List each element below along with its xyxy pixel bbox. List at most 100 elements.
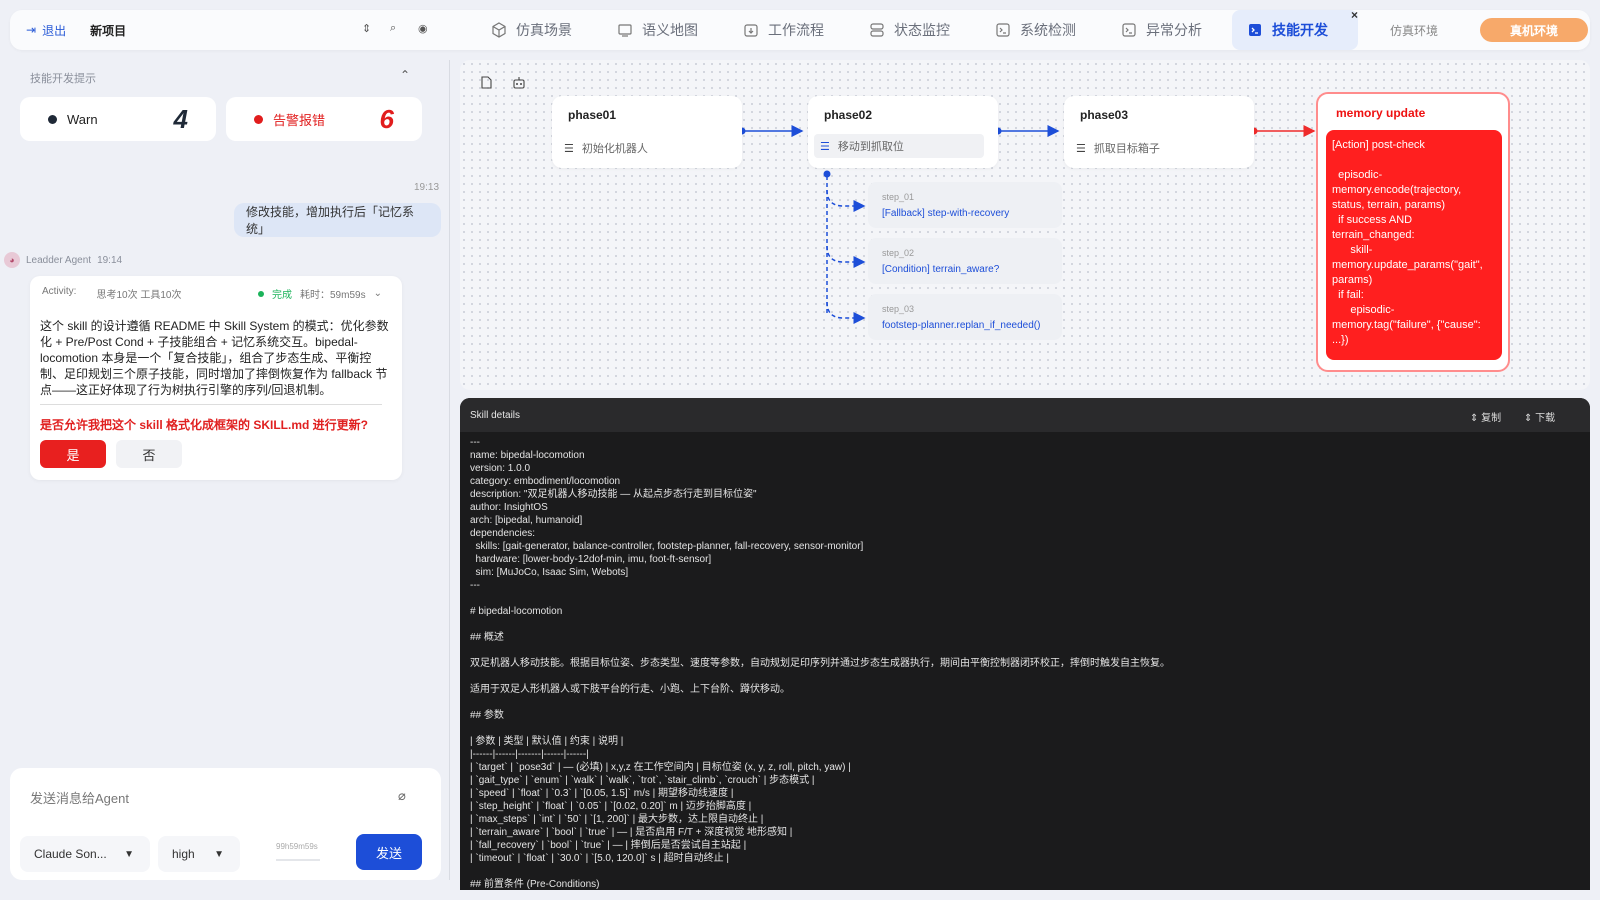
exit-label: 退出 [42,23,67,38]
step-label: step_01 [882,192,915,202]
code-line: ## 概述 [470,632,504,643]
list-icon: ☰ [820,140,830,153]
agent-reply-card: Activity: 思考10次 工具10次 完成 耗时：59m59s ⌄ 这个 … [30,276,402,480]
code-line: --- [470,437,480,448]
tab-status-monitor[interactable]: 状态监控 [854,10,980,50]
code-line: | `timeout` | `float` | `30.0` | `[5.0, … [470,853,729,864]
panel-divider[interactable] [449,60,450,880]
chevron-down-icon[interactable]: ⌄ [374,288,382,299]
project-name[interactable]: 新项目 [90,22,126,39]
activity-summary: 思考10次 工具10次 [96,290,182,301]
code-line: | 参数 | 类型 | 默认值 | 约束 | 说明 | [470,736,624,747]
dropdown-caret-icon: ▼ [124,848,134,860]
step-label: step_03 [882,304,915,314]
tab-semantic-map[interactable]: 语义地图 [602,10,728,50]
alarm-stat[interactable]: 告警报错 6 [226,97,422,141]
tab-system-check[interactable]: 系统检测 [980,10,1106,50]
tab-sim-scene[interactable]: 仿真场景 [476,10,602,50]
task-label: 初始化机器人 [581,143,648,155]
terminal-icon [1120,21,1138,39]
send-button[interactable]: 发送 [356,834,422,870]
tab-label: 工作流程 [768,22,824,38]
model-select[interactable]: Claude Son... ▼ [20,836,150,872]
code-line: | `step_height` | `float` | `0.05` | `[0… [470,801,752,812]
tab-label: 仿真场景 [516,22,572,38]
phase-node-1[interactable]: phase01 ☰ 初始化机器人 [552,96,742,168]
skill-markdown[interactable]: --- name: bipedal-locomotion version: 1.0.… [460,432,1590,890]
exit-icon: ⇥ [26,23,37,37]
agent-header: ◕ Leadder Agent 19:14 [4,252,122,268]
cube-icon [490,21,508,39]
code-line: | `terrain_aware` | `bool` | `true` | — … [470,827,793,838]
elapsed-time: 耗时：59m59s [300,290,366,301]
tab-label: 系统检测 [1020,22,1076,38]
code-line: hardware: [lower-body-12dof-min, imu, fo… [470,554,712,565]
list-icon: ☰ [564,142,574,155]
env-sim-button[interactable]: 仿真环境 [1390,22,1438,39]
code-line: --- [470,580,480,591]
alarm-count: 6 [379,103,394,134]
phase-task: ☰ 移动到抓取位 [814,134,984,158]
code-line: ## 参数 [470,710,504,721]
download-button[interactable]: ⇕ 下载 [1524,409,1555,424]
copy-button[interactable]: ⇕ 复制 [1470,409,1501,424]
skill-details-panel: Skill details ⇕ 复制 ⇕ 下载 --- name: bipedal… [460,398,1590,890]
chat-input-box: 发送消息给Agent ⌀ Claude Son... ▼ high ▼ 99h5… [10,768,441,880]
tab-label: 异常分析 [1146,22,1202,38]
message-input[interactable]: 发送消息给Agent [30,788,129,807]
workflow-canvas[interactable]: phase01 ☰ 初始化机器人 phase02 ☰ 移动到抓取位 phase0… [460,60,1590,390]
user-msg-time: 19:13 [414,182,440,193]
warn-label: Warn [67,111,98,127]
code-line: | `gait_type` | `enum` | `walk` | `walk`… [470,775,815,786]
close-icon[interactable]: × [1351,8,1358,22]
confirm-question: 是否允许我把这个 skill 格式化成框架的 SKILL.md 进行更新? [40,418,369,432]
step-node-2[interactable]: step_02 [Condition] terrain_aware? [868,238,1062,284]
memory-title: memory update [1336,106,1426,120]
exit-button[interactable]: ⇥ 退出 [26,22,66,39]
code-line: 双足机器人移动技能。根据目标位姿、步态类型、速度等参数，自动规划足印序列并通过步… [470,658,1170,669]
env-real-button[interactable]: 真机环境 [1480,18,1588,42]
tab-skill-dev[interactable]: 技能开发 × [1232,8,1358,50]
code-line: | `target` | `pose3d` | — (必填) | x,y,z 在… [470,762,851,773]
chevron-up-icon[interactable]: ⌃ [400,68,410,82]
no-button[interactable]: 否 [116,440,182,468]
code-line: ## 前置条件 (Pre-Conditions) [470,879,600,890]
activity-status[interactable]: 完成 耗时：59m59s ⌄ [258,286,382,301]
memory-update-node[interactable]: memory update [Action] post-check episod… [1316,92,1510,372]
user-message: 修改技能，增加执行后「记忆系统」 [234,203,441,237]
effort-select[interactable]: high ▼ [158,836,240,872]
code-line: | `fall_recovery` | `bool` | `true` | — … [470,840,747,851]
sort-icon[interactable]: ⇕ [362,22,371,35]
search-icon[interactable]: ⌕ [390,22,396,35]
avatar: ◕ [4,252,20,268]
attach-icon[interactable]: ⌀ [398,788,406,804]
step-node-1[interactable]: step_01 [Fallback] step-with-recovery [868,182,1062,228]
left-panel: 技能开发提示 ⌃ Warn 4 告警报错 6 19:13 修改技能，增加执行后「… [4,60,441,880]
code-line: name: bipedal-locomotion [470,450,585,461]
code-line: skills: [gait-generator, balance-control… [470,541,864,552]
step-node-3[interactable]: step_03 footstep-planner.replan_if_neede… [868,294,1062,340]
toggle-icon[interactable]: ◉ [418,22,428,35]
divider [40,404,382,405]
timer-readout: 99h59m59s [276,842,318,851]
tab-workflow[interactable]: 工作流程 [728,10,854,50]
agent-name: Leadder Agent [26,254,92,266]
map-icon [616,21,634,39]
warn-stat[interactable]: Warn 4 [20,97,216,141]
code-line: # bipedal-locomotion [470,606,563,617]
phase-node-2[interactable]: phase02 ☰ 移动到抓取位 [808,96,998,168]
download-label: 下载 [1535,413,1556,424]
yes-button[interactable]: 是 [40,440,106,468]
phase-node-3[interactable]: phase03 ☰ 抓取目标箱子 [1064,96,1254,168]
effort-value: high [172,847,195,861]
skill-details-header: Skill details ⇕ 复制 ⇕ 下载 [460,398,1590,432]
phase-task: ☰ 初始化机器人 [564,140,648,156]
memory-action-body: [Action] post-check episodic-memory.enco… [1326,130,1502,360]
tab-anomaly-analysis[interactable]: 异常分析 [1106,10,1232,50]
phase-title: phase02 [824,108,873,122]
